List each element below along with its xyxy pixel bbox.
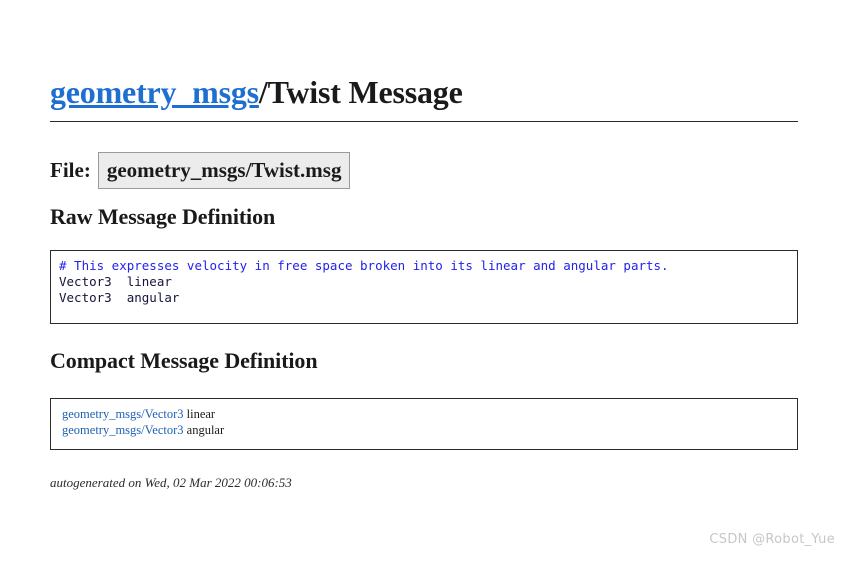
compact-definition-heading: Compact Message Definition	[50, 348, 318, 373]
raw-comment-line: # This expresses velocity in free space …	[59, 258, 669, 273]
document-body: geometry_msgs/Twist Message File: geomet…	[50, 0, 798, 563]
file-label: File:	[50, 158, 91, 183]
raw-definition-heading: Raw Message Definition	[50, 204, 276, 229]
raw-definition-code: # This expresses velocity in free space …	[59, 258, 797, 306]
raw-field-lines: Vector3 linear Vector3 angular	[59, 274, 180, 305]
csdn-watermark: CSDN @Robot_Yue	[709, 532, 835, 547]
file-path-box: geometry_msgs/Twist.msg	[97, 152, 351, 190]
compact-type-link[interactable]: geometry_msgs/Vector3	[62, 407, 184, 421]
file-line: File: geometry_msgs/Twist.msg	[50, 152, 351, 190]
page-title-suffix: /Twist Message	[258, 74, 463, 110]
compact-row: geometry_msgs/Vector3 angular	[62, 422, 797, 438]
compact-type-link[interactable]: geometry_msgs/Vector3	[62, 423, 184, 437]
page-title: geometry_msgs/Twist Message	[50, 74, 463, 111]
autogenerated-timestamp: autogenerated on Wed, 02 Mar 2022 00:06:…	[50, 475, 292, 490]
page-title-package-link[interactable]: geometry_msgs	[50, 74, 259, 110]
compact-definition-box: geometry_msgs/Vector3 linear geometry_ms…	[50, 398, 798, 450]
compact-field-name: linear	[183, 407, 216, 421]
compact-row: geometry_msgs/Vector3 linear	[62, 406, 797, 422]
title-divider	[50, 121, 798, 122]
compact-field-name: angular	[183, 423, 225, 437]
raw-definition-box: # This expresses velocity in free space …	[50, 250, 798, 324]
